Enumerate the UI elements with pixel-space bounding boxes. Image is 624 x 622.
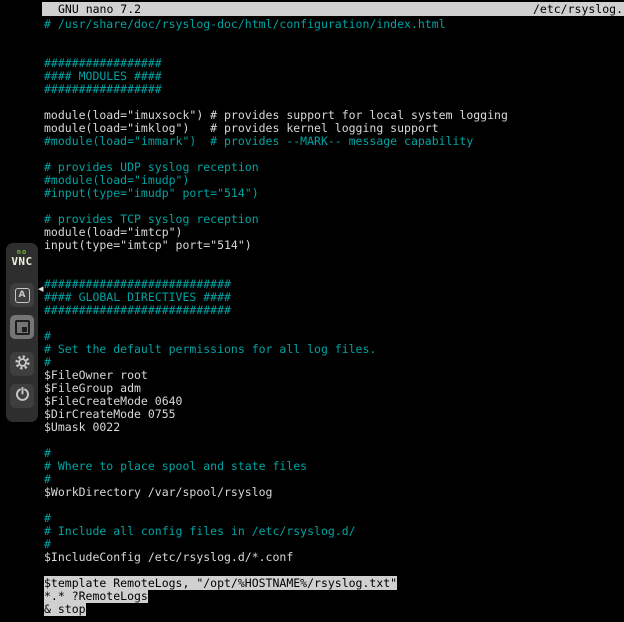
control-bar-collapse-handle[interactable]: ◂	[38, 283, 44, 294]
terminal-line[interactable]: # /usr/share/doc/rsyslog-doc/html/config…	[44, 18, 624, 31]
terminal-line[interactable]: #################	[44, 83, 624, 96]
power-icon	[15, 387, 30, 406]
selected-text: $template RemoteLogs, "/opt/%HOSTNAME%/r…	[44, 576, 397, 590]
selected-text: *.* ?RemoteLogs	[44, 589, 148, 603]
terminal-line[interactable]: $IncludeConfig /etc/rsyslog.d/*.conf	[44, 551, 624, 564]
terminal-line[interactable]	[44, 252, 624, 265]
nano-title-bar: GNU nano 7.2 /etc/rsyslog.	[42, 2, 624, 16]
gear-icon	[14, 354, 31, 375]
novnc-logo: no VNC	[11, 249, 32, 267]
settings-button[interactable]	[10, 352, 34, 376]
keyboard-button[interactable]: A	[10, 283, 34, 307]
nano-app-title: GNU nano 7.2	[58, 2, 141, 16]
terminal-lines[interactable]: # /usr/share/doc/rsyslog-doc/html/config…	[42, 16, 624, 616]
terminal-line[interactable]	[44, 31, 624, 44]
fullscreen-icon	[15, 320, 30, 335]
terminal-line[interactable]	[44, 499, 624, 512]
selected-text: & stop	[44, 602, 86, 616]
terminal-line[interactable]: *.* ?RemoteLogs	[44, 590, 624, 603]
terminal-window: GNU nano 7.2 /etc/rsyslog. # /usr/share/…	[42, 0, 624, 622]
disconnect-button[interactable]	[10, 384, 34, 408]
novnc-logo-text: VNC	[11, 256, 32, 267]
terminal-line[interactable]: & stop	[44, 603, 624, 616]
terminal-line[interactable]: input(type="imtcp" port="514")	[44, 239, 624, 252]
terminal-line[interactable]: $Umask 0022	[44, 421, 624, 434]
terminal-line[interactable]: $WorkDirectory /var/spool/rsyslog	[44, 486, 624, 499]
terminal-line[interactable]: # Set the default permissions for all lo…	[44, 343, 624, 356]
terminal-line[interactable]: #input(type="imudp" port="514")	[44, 187, 624, 200]
terminal-line[interactable]	[44, 434, 624, 447]
fullscreen-button[interactable]	[10, 315, 34, 339]
terminal-line[interactable]: # Include all config files in /etc/rsysl…	[44, 525, 624, 538]
terminal-line[interactable]: # Where to place spool and state files	[44, 460, 624, 473]
keyboard-a-icon: A	[15, 288, 30, 303]
terminal-line[interactable]: $DirCreateMode 0755	[44, 408, 624, 421]
nano-file-path: /etc/rsyslog.	[533, 2, 623, 16]
terminal-line[interactable]: #module(load="immark") # provides --MARK…	[44, 135, 624, 148]
vnc-control-bar: no VNC A	[6, 243, 38, 422]
terminal-line[interactable]	[44, 317, 624, 330]
terminal-line[interactable]: ###########################	[44, 304, 624, 317]
